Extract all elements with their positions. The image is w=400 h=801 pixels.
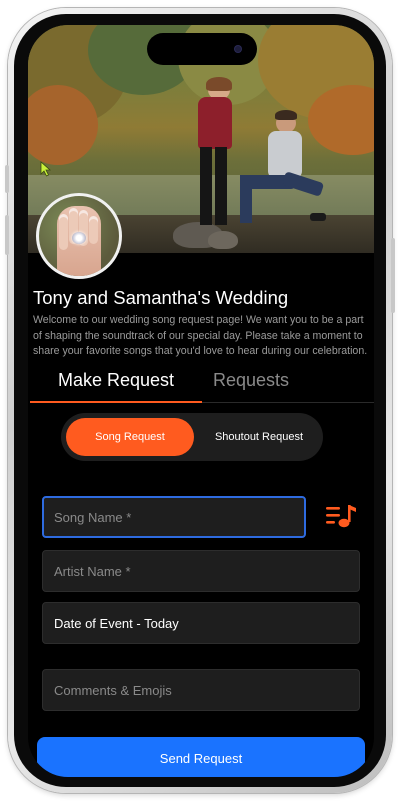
- side-button-left-2: [5, 215, 9, 255]
- mouse-cursor-icon: [40, 161, 52, 177]
- ring-icon: [72, 232, 86, 244]
- camera-icon: [235, 46, 241, 52]
- comments-input[interactable]: Comments & Emojis: [42, 669, 360, 711]
- playlist-icon[interactable]: [325, 503, 357, 531]
- tab-make-request[interactable]: Make Request: [58, 370, 174, 391]
- tab-bar: Make Request Requests: [28, 370, 374, 404]
- tab-requests[interactable]: Requests: [213, 370, 289, 391]
- event-description: Welcome to our wedding song request page…: [33, 314, 368, 357]
- app-screen: Tony and Samantha's Wedding Welcome to o…: [28, 25, 374, 777]
- side-button-left-1: [5, 165, 9, 193]
- request-type-toggle: Song Request Shoutout Request: [61, 413, 323, 461]
- tab-divider: [202, 402, 374, 403]
- event-title: Tony and Samantha's Wedding: [33, 287, 289, 308]
- shoutout-request-button[interactable]: Shoutout Request: [201, 418, 317, 456]
- song-name-input[interactable]: Song Name *: [42, 496, 306, 538]
- avatar: [36, 193, 122, 279]
- date-of-event-field[interactable]: Date of Event - Today: [42, 602, 360, 644]
- song-request-button[interactable]: Song Request: [66, 418, 194, 456]
- send-request-button[interactable]: Send Request: [37, 737, 365, 777]
- artist-name-input[interactable]: Artist Name *: [42, 550, 360, 592]
- side-button-right: [391, 238, 395, 313]
- camera-notch: [147, 33, 257, 65]
- tab-active-indicator: [30, 401, 202, 403]
